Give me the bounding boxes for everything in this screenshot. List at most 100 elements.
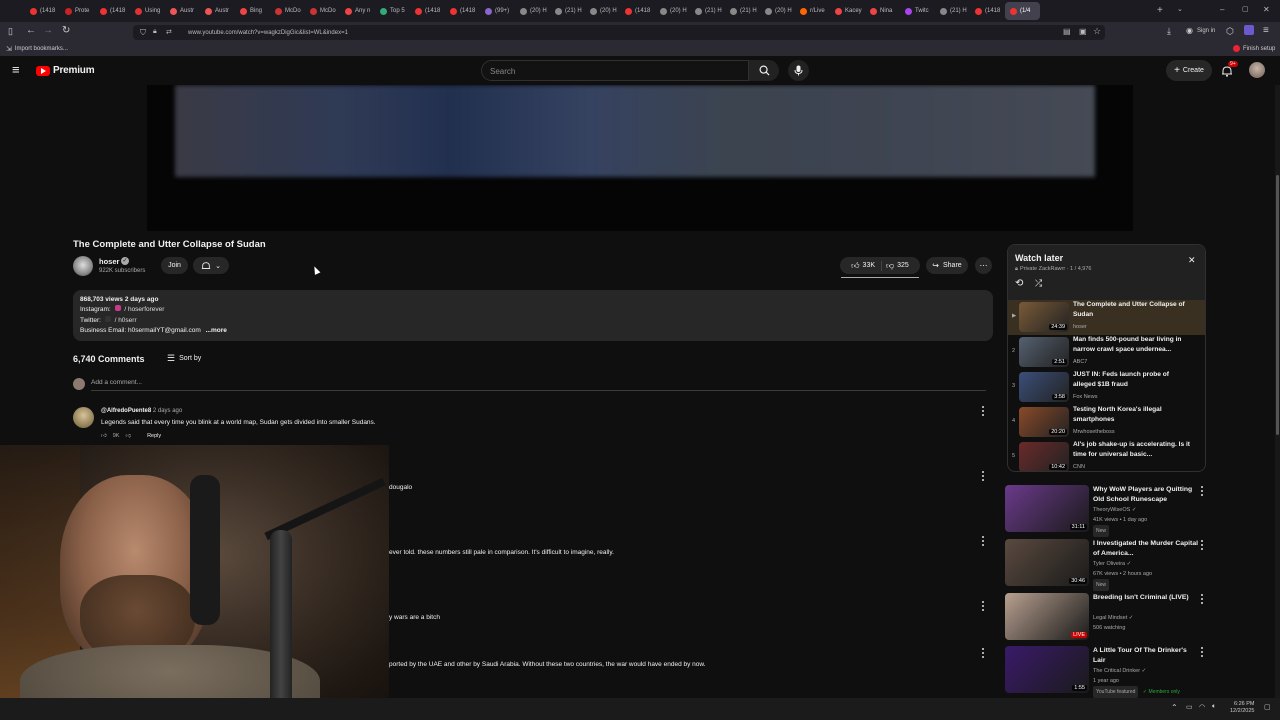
comment-time[interactable]: 2 days ago <box>153 408 182 414</box>
playlist-item[interactable]: 4 20:20 Testing North Korea's illegal smar… <box>1008 405 1205 440</box>
comment-more-icon[interactable] <box>979 535 987 547</box>
twitter-link[interactable]: / h0serr <box>115 317 137 324</box>
reload-button[interactable]: ↻ <box>62 25 70 36</box>
notification-center-icon[interactable]: ▢ <box>1264 703 1271 711</box>
video-thumbnail[interactable]: 24:39 <box>1019 302 1069 332</box>
browser-tab[interactable]: Using <box>130 2 165 20</box>
browser-tab[interactable]: Nina <box>865 2 900 20</box>
sort-by-button[interactable]: ☰ Sort by <box>167 353 201 364</box>
avatar[interactable] <box>1249 62 1265 78</box>
recommended-video[interactable]: 31:11 Why WoW Players are Quitting Old Sc… <box>1005 485 1210 541</box>
browser-tab[interactable]: Top 5 <box>375 2 410 20</box>
browser-tab[interactable]: McDo <box>270 2 305 20</box>
video-title[interactable]: Testing North Korea's illegal smartphone… <box>1073 405 1193 424</box>
like-button[interactable]: 👍︎ 33K <box>851 260 883 271</box>
channel-avatar[interactable] <box>73 256 93 276</box>
browser-tab[interactable]: r/Live <box>795 2 830 20</box>
channel-name[interactable]: ABC7 <box>1073 359 1087 365</box>
finish-setup-link[interactable]: Finish setup <box>1243 46 1275 52</box>
network-icon[interactable]: ▭ <box>1186 703 1193 711</box>
video-thumbnail[interactable]: LIVE <box>1005 593 1089 640</box>
browser-tab[interactable]: Any n <box>340 2 375 20</box>
recommended-video[interactable]: 30:46 I Investigated the Murder Capital o… <box>1005 539 1210 595</box>
video-thumbnail[interactable]: 20:20 <box>1019 407 1069 437</box>
sign-in-link[interactable]: Sign in <box>1197 28 1215 34</box>
search-button[interactable] <box>749 60 779 81</box>
channel-name[interactable]: Mrwhosetheboss <box>1073 429 1115 435</box>
video-title[interactable]: I Investigated the Murder Capital of Ame… <box>1093 539 1198 558</box>
video-title[interactable]: JUST IN: Feds launch probe of alleged $1… <box>1073 370 1193 389</box>
loop-icon[interactable]: ⟲ <box>1015 278 1023 289</box>
extensions-icon[interactable]: ⬡ <box>1226 26 1234 37</box>
subscribed-button[interactable]: ⌄ <box>193 257 229 274</box>
comment-dislike-button[interactable]: 👎︎ <box>125 433 131 439</box>
add-comment-input[interactable]: Add a comment... <box>91 379 142 386</box>
url-bar[interactable]: ⛉ 🔒︎ ⇄ www.youtube.com/watch?v=wagkzDigG… <box>133 25 1105 40</box>
description-box[interactable]: 868,703 views 2 days ago Instagram: / ho… <box>73 290 993 341</box>
volume-icon[interactable]: 🔈︎ <box>1212 703 1216 711</box>
tray-chevron-icon[interactable]: ⌃ <box>1171 703 1178 712</box>
comment-author[interactable]: @AlfredoPuente8 2 days ago <box>101 408 182 414</box>
scrollbar-thumb[interactable] <box>1276 175 1279 435</box>
browser-tab[interactable]: (1418 <box>970 2 1005 20</box>
hamburger-menu-icon[interactable]: ≡ <box>12 63 20 76</box>
notifications-button[interactable]: 9+ <box>1221 61 1238 78</box>
video-title[interactable]: Man finds 500-pound bear living in narro… <box>1073 335 1193 354</box>
video-more-icon[interactable] <box>1198 646 1206 658</box>
channel-name[interactable]: Tyler Oliveira <box>1093 561 1125 567</box>
channel-name[interactable]: The Critical Drinker <box>1093 668 1140 674</box>
minimize-button[interactable]: – <box>1220 5 1224 14</box>
more-actions-button[interactable]: ⋯ <box>975 257 992 274</box>
youtube-logo[interactable]: Premium <box>36 65 95 76</box>
voice-search-button[interactable] <box>788 60 809 81</box>
downloads-icon[interactable]: ⤓ <box>1167 26 1171 37</box>
video-title[interactable]: The Complete and Utter Collapse of Sudan <box>1073 300 1193 319</box>
browser-tab[interactable]: (21) H <box>690 2 725 20</box>
comment-more-icon[interactable] <box>979 647 987 659</box>
playlist-title[interactable]: Watch later <box>1015 253 1063 263</box>
channel-name[interactable]: CNN <box>1073 464 1085 470</box>
browser-tab[interactable]: (99+) <box>480 2 515 20</box>
video-title[interactable]: Why WoW Players are Quitting Old School … <box>1093 485 1198 504</box>
comment-more-icon[interactable] <box>979 405 987 417</box>
search-input[interactable]: Search <box>481 60 749 81</box>
video-channel[interactable]: The Critical Drinker ✓ <box>1093 666 1146 676</box>
video-thumbnail[interactable]: 1:55 <box>1005 646 1089 693</box>
dislike-button[interactable]: 👎︎ 325 <box>886 261 909 271</box>
channel-name[interactable]: hoser <box>1073 324 1087 330</box>
browser-tab[interactable]: (1418 <box>445 2 480 20</box>
recommended-video[interactable]: 1:55 A Little Tour Of The Drinker's Lair T… <box>1005 646 1210 702</box>
instagram-link[interactable]: / hoserforever <box>124 306 164 313</box>
page-scrollbar[interactable] <box>1275 85 1280 698</box>
recommended-video[interactable]: LIVE Breeding Isn't Criminal (LIVE) Legal … <box>1005 593 1210 649</box>
browser-tab[interactable]: (1/4 <box>1005 2 1040 20</box>
join-button[interactable]: Join <box>161 257 188 274</box>
playlist-item[interactable]: ▶ 24:39 The Complete and Utter Collapse of… <box>1008 300 1205 335</box>
browser-tab[interactable]: Austr <box>200 2 235 20</box>
browser-tab[interactable]: Bing <box>235 2 270 20</box>
channel-name[interactable]: TheoryWiseOS <box>1093 507 1130 513</box>
channel-name[interactable]: Legal Mindset <box>1093 615 1127 621</box>
playlist-item[interactable]: 3 3:58 JUST IN: Feds launch probe of alleg… <box>1008 370 1205 405</box>
new-tab-button[interactable]: + <box>1157 5 1163 16</box>
browser-tab[interactable]: Prote <box>60 2 95 20</box>
playlist-item[interactable]: 2 2:51 Man finds 500-pound bear living in … <box>1008 335 1205 370</box>
video-thumbnail[interactable]: 3:58 <box>1019 372 1069 402</box>
video-channel[interactable]: Legal Mindset ✓ <box>1093 613 1133 623</box>
wifi-icon[interactable]: ◠ <box>1199 703 1205 711</box>
shuffle-icon[interactable]: ⤮ <box>1035 278 1042 289</box>
browser-tab[interactable]: (1418 <box>95 2 130 20</box>
menu-icon[interactable]: ≡ <box>1263 25 1269 36</box>
comment-reply-button[interactable]: Reply <box>147 433 161 439</box>
channel-name[interactable]: hoser <box>99 257 119 266</box>
close-window-button[interactable]: ✕ <box>1263 5 1270 14</box>
browser-tab[interactable]: (1418 <box>620 2 655 20</box>
video-channel[interactable]: TheoryWiseOS ✓ <box>1093 505 1136 515</box>
more-link[interactable]: ...more <box>206 327 227 334</box>
browser-tab[interactable]: (20) H <box>585 2 620 20</box>
browser-tab[interactable]: (21) H <box>550 2 585 20</box>
account-icon[interactable]: ◉ <box>1186 26 1193 35</box>
sidebar-icon[interactable]: ▯ <box>8 26 13 37</box>
playlist-item[interactable]: 5 10:42 AI's job shake-up is accelerating.… <box>1008 440 1205 471</box>
tab-list-button[interactable]: ⌄ <box>1177 5 1183 13</box>
